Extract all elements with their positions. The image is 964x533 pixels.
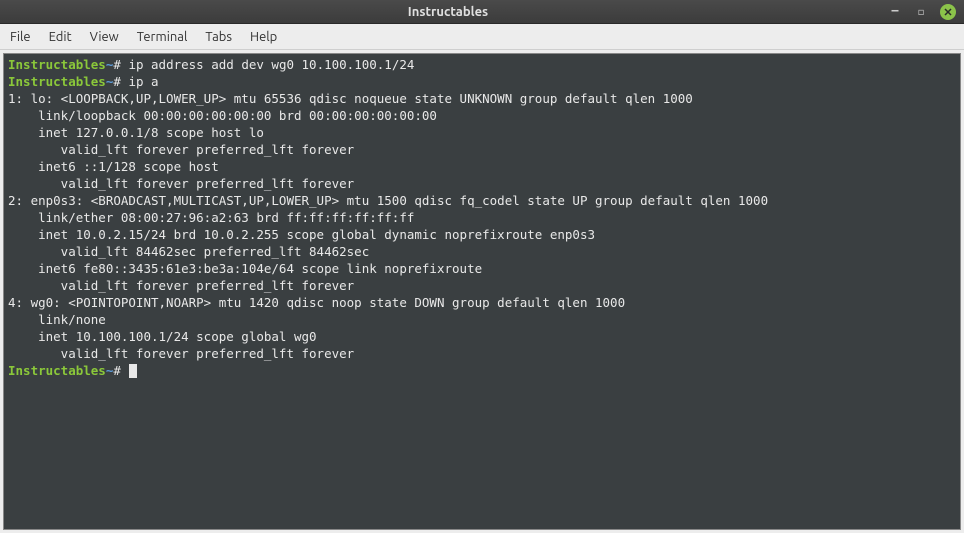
- terminal-wrapper: Instructables~# ip address add dev wg0 1…: [0, 50, 964, 533]
- terminal-window: Instructables File Edit View Terminal Ta…: [0, 0, 964, 533]
- prompt-symbol: #: [113, 57, 121, 72]
- output-line: valid_lft forever preferred_lft forever: [8, 141, 956, 158]
- output-line: valid_lft forever preferred_lft forever: [8, 345, 956, 362]
- command-2: ip a: [128, 74, 158, 89]
- maximize-icon[interactable]: [914, 5, 928, 19]
- prompt-line-3: Instructables~#: [8, 362, 956, 379]
- command-1: ip address add dev wg0 10.100.100.1/24: [128, 57, 414, 72]
- output-line: inet 10.0.2.15/24 brd 10.0.2.255 scope g…: [8, 226, 956, 243]
- output-line: valid_lft forever preferred_lft forever: [8, 277, 956, 294]
- output-line: inet6 ::1/128 scope host: [8, 158, 956, 175]
- output-line: 4: wg0: <POINTOPOINT,NOARP> mtu 1420 qdi…: [8, 294, 956, 311]
- output-line: inet 10.100.100.1/24 scope global wg0: [8, 328, 956, 345]
- close-icon[interactable]: [940, 4, 956, 20]
- prompt-line-2: Instructables~# ip a: [8, 73, 956, 90]
- output-line: link/loopback 00:00:00:00:00:00 brd 00:0…: [8, 107, 956, 124]
- prompt-host: Instructables: [8, 57, 106, 72]
- menu-file[interactable]: File: [10, 30, 31, 44]
- window-title: Instructables: [8, 5, 888, 19]
- output-line: link/none: [8, 311, 956, 328]
- menu-view[interactable]: View: [90, 30, 119, 44]
- prompt-host: Instructables: [8, 363, 106, 378]
- prompt-line-1: Instructables~# ip address add dev wg0 1…: [8, 56, 956, 73]
- window-controls: [888, 4, 956, 20]
- menubar: File Edit View Terminal Tabs Help: [0, 24, 964, 50]
- titlebar[interactable]: Instructables: [0, 0, 964, 24]
- menu-help[interactable]: Help: [250, 30, 277, 44]
- prompt-symbol: #: [113, 363, 121, 378]
- output-line: inet 127.0.0.1/8 scope host lo: [8, 124, 956, 141]
- prompt-symbol: #: [113, 74, 121, 89]
- output-line: valid_lft forever preferred_lft forever: [8, 175, 956, 192]
- minimize-icon[interactable]: [888, 5, 902, 19]
- output-line: 2: enp0s3: <BROADCAST,MULTICAST,UP,LOWER…: [8, 192, 956, 209]
- cursor-icon: [129, 364, 137, 378]
- output-line: inet6 fe80::3435:61e3:be3a:104e/64 scope…: [8, 260, 956, 277]
- output-line: link/ether 08:00:27:96:a2:63 brd ff:ff:f…: [8, 209, 956, 226]
- menu-tabs[interactable]: Tabs: [205, 30, 232, 44]
- menu-terminal[interactable]: Terminal: [137, 30, 188, 44]
- menu-edit[interactable]: Edit: [49, 30, 72, 44]
- output-line: 1: lo: <LOOPBACK,UP,LOWER_UP> mtu 65536 …: [8, 90, 956, 107]
- prompt-host: Instructables: [8, 74, 106, 89]
- output-line: valid_lft 84462sec preferred_lft 84462se…: [8, 243, 956, 260]
- terminal-viewport[interactable]: Instructables~# ip address add dev wg0 1…: [3, 53, 961, 530]
